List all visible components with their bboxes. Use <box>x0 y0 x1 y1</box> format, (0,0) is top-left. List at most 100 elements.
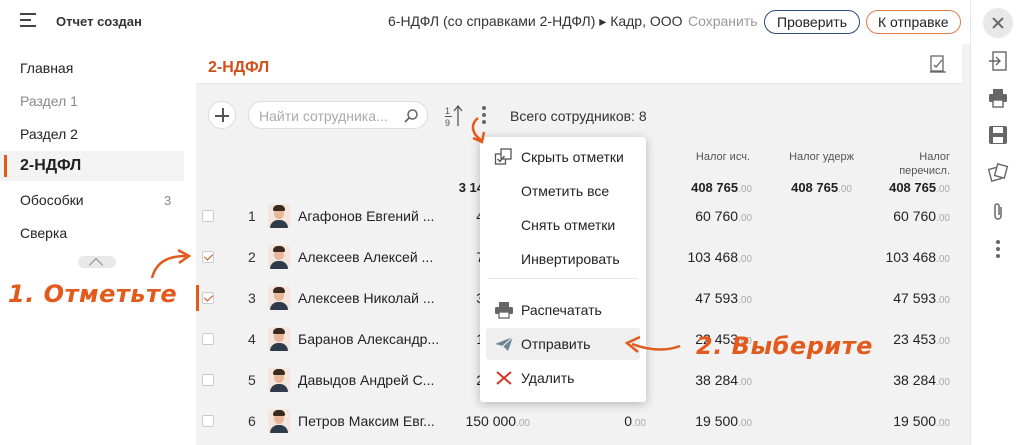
column-header-tax-paid[interactable]: Налог перечисл. <box>876 150 950 178</box>
send-icon <box>495 336 514 351</box>
income-cell: 150 000.00 <box>432 413 530 429</box>
sidebar: Главная Раздел 1 Раздел 2 2-НДФЛ Обособк… <box>0 44 196 445</box>
tax-paid-value: 103 468 <box>885 249 937 265</box>
employee-avatar <box>268 409 290 433</box>
to-sending-button[interactable]: К отправке <box>866 10 961 34</box>
report-status: Отчет создан <box>56 14 142 29</box>
section-header: 2-НДФЛ <box>196 44 962 84</box>
tax-calc-value: 103 468 <box>687 249 739 265</box>
income-value: 150 000 <box>465 413 517 429</box>
exchange-icon[interactable] <box>987 162 1009 184</box>
sidebar-item-reconciliation[interactable]: Сверка <box>20 225 67 241</box>
row-checkbox[interactable] <box>202 374 214 386</box>
employee-name[interactable]: Баранов Александр... <box>298 331 439 347</box>
row-checkbox[interactable] <box>202 292 214 304</box>
row-number: 2 <box>248 249 256 265</box>
total-tax-withheld-value: 408 765 <box>791 180 839 195</box>
menu-item-label: Снять отметки <box>521 217 616 233</box>
tax-calc-value: 38 284 <box>695 372 739 388</box>
actions-menu: Скрыть отметки Отметить все Снять отметк… <box>480 137 646 402</box>
menu-item-invert[interactable]: Инвертировать <box>480 243 646 275</box>
deduction-value: 0 <box>624 413 633 429</box>
menu-item-send[interactable]: Отправить <box>486 328 640 360</box>
tax-calc-decimals: .00 <box>738 254 752 265</box>
sort-label-top: 1 <box>445 106 450 116</box>
row-checkbox[interactable] <box>202 333 214 345</box>
menu-item-hide-marks[interactable]: Скрыть отметки <box>480 141 646 173</box>
total-tax-calc-decimals: .00 <box>738 184 752 195</box>
more-vertical-icon[interactable] <box>987 238 1009 260</box>
tax-paid-cell: 103 468.00 <box>854 249 950 265</box>
total-tax-paid-value: 408 765 <box>889 180 937 195</box>
tax-calc-decimals: .00 <box>738 213 752 224</box>
tax-paid-cell: 47 593.00 <box>854 290 950 306</box>
employee-avatar <box>268 286 290 310</box>
document-sign-icon[interactable] <box>928 54 948 74</box>
total-tax-calc: 408 765.00 <box>666 180 752 195</box>
tax-calc-cell: 19 500.00 <box>656 413 752 429</box>
menu-item-label: Отправить <box>521 336 591 352</box>
tax-calc-decimals: .00 <box>738 418 752 429</box>
menu-item-print[interactable]: Распечатать <box>480 294 646 326</box>
tax-paid-decimals: .00 <box>936 418 950 429</box>
employee-name[interactable]: Алексеев Алексей ... <box>298 249 433 265</box>
tax-paid-value: 23 453 <box>893 331 937 347</box>
import-icon[interactable] <box>987 50 1009 72</box>
employee-name[interactable]: Агафонов Евгений ... <box>298 208 434 224</box>
menu-item-label: Инвертировать <box>521 251 620 267</box>
row-checkbox[interactable] <box>202 251 214 263</box>
document-breadcrumb[interactable]: 6-НДФЛ (со справками 2-НДФЛ) ▸ Кадр, ООО <box>388 13 683 30</box>
row-number: 6 <box>248 413 256 429</box>
sidebar-branches-count: 3 <box>164 193 172 208</box>
tax-paid-cell: 19 500.00 <box>854 413 950 429</box>
save-icon[interactable] <box>987 124 1009 146</box>
collapse-sidebar-button[interactable] <box>78 256 116 268</box>
search-icon[interactable] <box>403 108 419 124</box>
row-number: 5 <box>248 372 256 388</box>
attachment-icon[interactable] <box>987 201 1009 223</box>
sidebar-item-branches[interactable]: Обособки <box>20 192 84 208</box>
sidebar-item-2ndfl[interactable]: 2-НДФЛ <box>20 157 81 175</box>
save-button[interactable]: Сохранить <box>688 13 758 29</box>
tax-calc-cell: 47 593.00 <box>656 290 752 306</box>
menu-item-label: Отметить все <box>521 183 610 199</box>
menu-item-unmark[interactable]: Снять отметки <box>480 209 646 241</box>
sidebar-item-main[interactable]: Главная <box>20 60 73 76</box>
employee-name[interactable]: Давыдов Андрей С... <box>298 372 434 388</box>
row-checkbox[interactable] <box>202 415 214 427</box>
total-employees: Всего сотрудников: 8 <box>510 108 647 124</box>
section-title: 2-НДФЛ <box>208 59 270 76</box>
sidebar-item-section1[interactable]: Раздел 1 <box>20 93 78 109</box>
sidebar-active-marker <box>4 155 7 177</box>
deduction-cell: 0.00 <box>600 413 646 429</box>
column-header-tax-withheld[interactable]: Налог удерж <box>776 150 854 164</box>
tax-calc-value: 60 760 <box>695 208 739 224</box>
tax-paid-decimals: .00 <box>936 213 950 224</box>
menu-item-delete[interactable]: Удалить <box>480 362 646 394</box>
printer-icon[interactable] <box>987 87 1009 109</box>
tax-paid-value: 60 760 <box>893 208 937 224</box>
add-employee-button[interactable] <box>208 101 236 129</box>
sidebar-item-section2[interactable]: Раздел 2 <box>20 126 78 142</box>
more-options-icon[interactable] <box>481 106 487 126</box>
row-checkbox[interactable] <box>202 210 214 222</box>
tax-calc-decimals: .00 <box>738 295 752 306</box>
close-icon[interactable] <box>983 8 1013 38</box>
check-button[interactable]: Проверить <box>764 10 861 34</box>
table-row[interactable]: 6 Петров Максим Евг... 150 000.00 0.00 1… <box>196 401 970 442</box>
sort-icon[interactable]: 1 9 <box>444 104 464 128</box>
tax-paid-cell: 38 284.00 <box>854 372 950 388</box>
employee-name[interactable]: Алексеев Николай ... <box>298 290 435 306</box>
total-tax-paid: 408 765.00 <box>864 180 950 195</box>
column-header-tax-calc[interactable]: Налог исч. <box>694 150 750 164</box>
tax-paid-cell: 60 760.00 <box>854 208 950 224</box>
sort-label-bottom: 9 <box>445 118 450 128</box>
deduction-decimals: .00 <box>632 418 646 429</box>
employee-name[interactable]: Петров Максим Евг... <box>298 413 435 429</box>
delete-icon <box>496 371 512 385</box>
tax-paid-decimals: .00 <box>936 336 950 347</box>
menu-item-mark-all[interactable]: Отметить все <box>480 175 646 207</box>
menu-icon[interactable] <box>20 13 36 27</box>
search-input[interactable] <box>259 107 399 125</box>
tax-paid-value: 47 593 <box>893 290 937 306</box>
